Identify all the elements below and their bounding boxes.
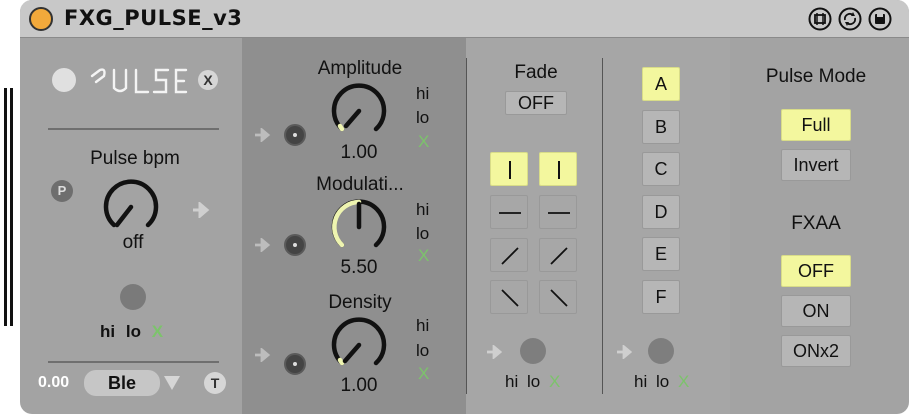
fxaa-option-onx2[interactable]: ONx2 — [781, 335, 851, 367]
fxaa-option-on[interactable]: ON — [781, 295, 851, 327]
letter-button-b[interactable]: B — [642, 109, 680, 144]
letters-x[interactable]: X — [678, 372, 689, 391]
modulation-lo[interactable]: lo — [416, 224, 429, 244]
left-hi[interactable]: hi — [100, 322, 115, 341]
amplitude-label: Amplitude — [317, 58, 403, 79]
close-x-button[interactable]: X — [198, 70, 218, 90]
device-activator-dot[interactable] — [29, 7, 53, 31]
modulation-mod-dot[interactable] — [284, 234, 306, 256]
amplitude-arrow-icon — [254, 127, 274, 143]
ble-select-value: Ble — [107, 373, 136, 393]
fade-label: Fade — [514, 62, 558, 83]
t-button[interactable]: T — [204, 372, 226, 394]
letter-button-a[interactable]: A — [642, 67, 680, 101]
fade-slot-1-vertical[interactable] — [490, 152, 528, 186]
letters-lo[interactable]: lo — [656, 372, 669, 391]
pulse-bpm-knob[interactable] — [100, 176, 162, 238]
fade-slot-1-rise[interactable] — [490, 238, 528, 272]
modulation-label: Modulati... — [316, 174, 404, 195]
letter-button-f[interactable]: F — [642, 279, 680, 314]
letter-button-c[interactable]: C — [642, 152, 680, 186]
left-edge-bars — [4, 88, 16, 326]
modulation-hi[interactable]: hi — [416, 200, 429, 220]
left-lo[interactable]: lo — [126, 322, 141, 341]
fade-left-divider — [466, 58, 467, 394]
pulse-mode-full[interactable]: Full — [781, 109, 851, 141]
left-divider-top — [48, 128, 219, 130]
t-button-label: T — [210, 375, 220, 391]
fxaa-label: FXAA — [791, 213, 841, 234]
amplitude-hi[interactable]: hi — [416, 84, 429, 104]
fade-slot-1-flat[interactable] — [490, 195, 528, 229]
left-hilo: hi lo X — [100, 322, 180, 342]
close-x-label: X — [203, 72, 213, 88]
modulation-x[interactable]: X — [418, 246, 429, 266]
density-x[interactable]: X — [418, 364, 429, 384]
density-label: Density — [328, 292, 392, 313]
freeze-icon[interactable] — [808, 7, 832, 31]
fade-hi[interactable]: hi — [505, 372, 518, 391]
fade-value-button[interactable]: OFF — [505, 91, 567, 115]
letters-arrow-icon — [616, 344, 636, 360]
fade-slot-2-flat[interactable] — [539, 195, 577, 229]
density-mod-dot[interactable] — [284, 353, 306, 375]
amplitude-mod-dot[interactable] — [284, 124, 306, 146]
amplitude-knob[interactable] — [328, 80, 390, 142]
amplitude-lo[interactable]: lo — [416, 108, 429, 128]
fade-slot-1-fall[interactable] — [490, 280, 528, 314]
density-arrow-icon — [254, 347, 274, 363]
ble-select[interactable]: Ble — [84, 370, 160, 396]
p-button[interactable]: P — [51, 180, 73, 202]
p-button-label: P — [57, 183, 67, 198]
fade-slot-2-vertical[interactable] — [539, 152, 577, 186]
pulse-bpm-label: Pulse bpm — [90, 148, 180, 169]
ble-dropdown-arrow-icon[interactable] — [164, 376, 180, 390]
fade-circle-indicator[interactable] — [520, 338, 546, 364]
density-hi[interactable]: hi — [416, 316, 429, 336]
bottom-value: 0.00 — [38, 374, 70, 391]
letter-button-e[interactable]: E — [642, 237, 680, 271]
modulation-knob[interactable] — [328, 196, 390, 258]
fxaa-option-off[interactable]: OFF — [781, 255, 851, 287]
amplitude-value: 1.00 — [340, 142, 378, 163]
pulse-logo — [88, 62, 188, 102]
density-lo[interactable]: lo — [416, 341, 429, 361]
fade-hilo: hi lo X — [505, 372, 585, 392]
device-title: FXG_PULSE_v3 — [64, 6, 243, 30]
amplitude-x[interactable]: X — [418, 132, 429, 152]
letters-hilo: hi lo X — [634, 372, 714, 392]
fade-slot-2-fall[interactable] — [539, 280, 577, 314]
reload-icon[interactable] — [838, 7, 862, 31]
left-divider-bottom — [48, 361, 219, 363]
fade-slot-2-rise[interactable] — [539, 238, 577, 272]
left-x[interactable]: X — [152, 322, 163, 341]
logo-circle — [52, 68, 76, 92]
left-section: X Pulse bpm P off hi lo X 0.00 Ble T — [20, 38, 242, 414]
save-icon[interactable] — [868, 7, 892, 31]
fade-right-divider — [602, 58, 603, 394]
device-panel: FXG_PULSE_v3 X Pulse bpm P off hi lo X 0… — [20, 0, 909, 414]
pulse-bpm-value: off — [122, 232, 144, 253]
pulse-mode-invert[interactable]: Invert — [781, 149, 851, 181]
modulation-value: 5.50 — [340, 257, 378, 278]
pulse-mode-label: Pulse Mode — [765, 66, 867, 87]
modulation-arrow-icon — [254, 237, 274, 253]
fade-lo[interactable]: lo — [527, 372, 540, 391]
density-value: 1.00 — [340, 375, 378, 396]
arrow-right-icon — [192, 200, 212, 220]
left-circle-indicator[interactable] — [120, 284, 146, 310]
letter-button-d[interactable]: D — [642, 194, 680, 229]
title-bar: FXG_PULSE_v3 — [20, 0, 909, 38]
fade-x[interactable]: X — [549, 372, 560, 391]
letters-hi[interactable]: hi — [634, 372, 647, 391]
density-knob[interactable] — [328, 314, 390, 376]
letters-circle-indicator[interactable] — [648, 338, 674, 364]
fade-arrow-icon — [486, 344, 506, 360]
